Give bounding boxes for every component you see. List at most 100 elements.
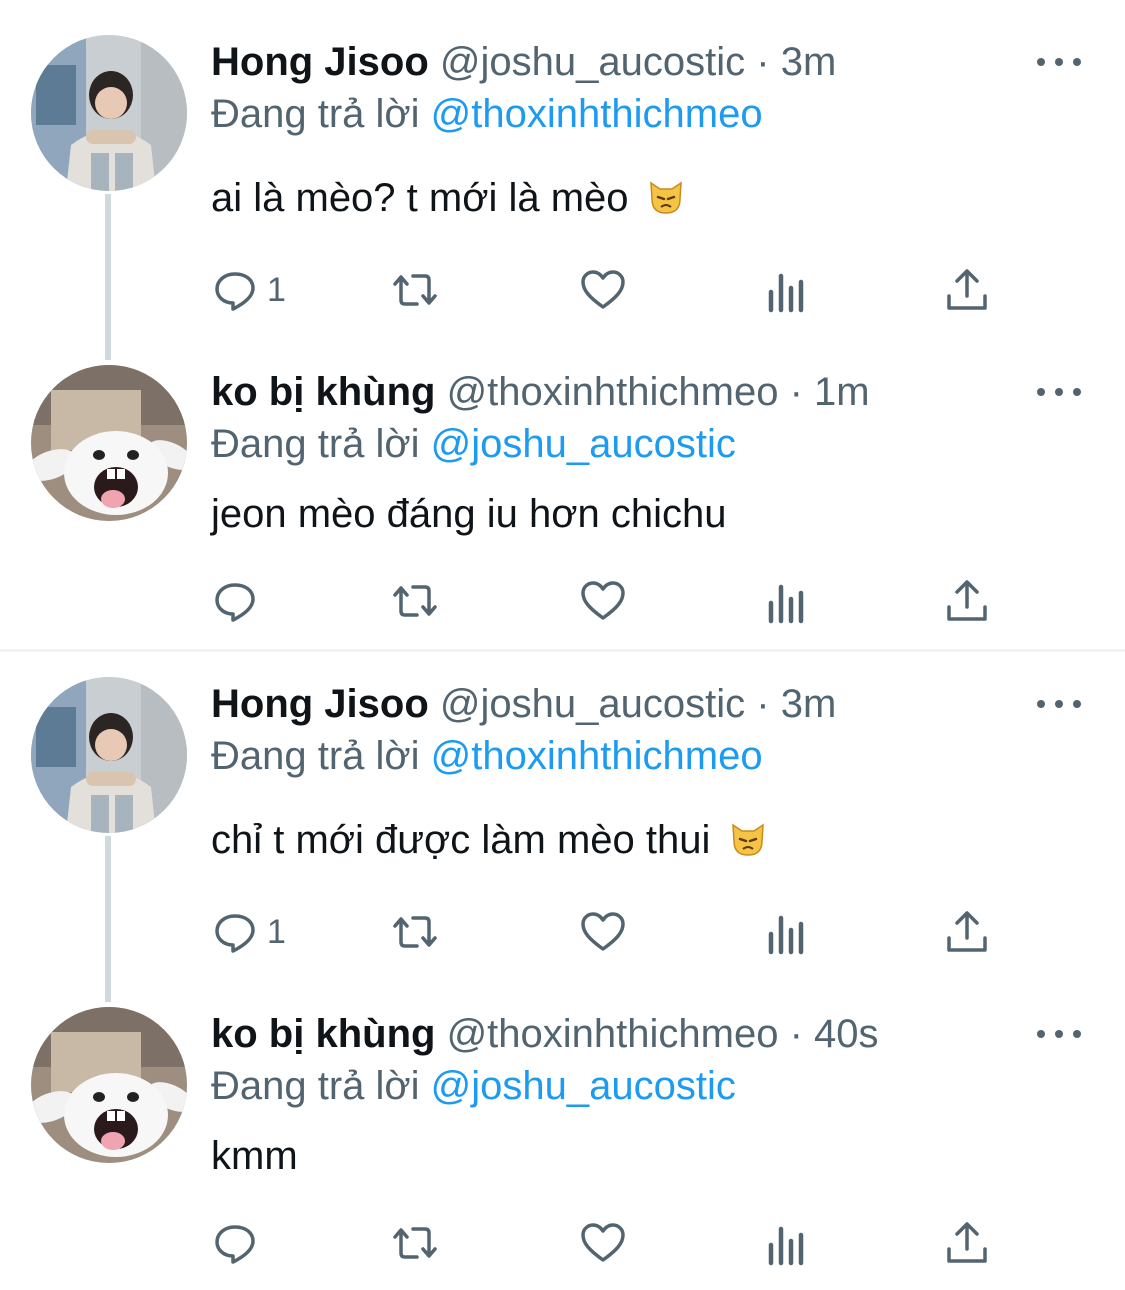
avatar[interactable]: [31, 35, 187, 191]
display-name[interactable]: Hong Jisoo: [211, 40, 429, 84]
timestamp[interactable]: 3m: [781, 682, 837, 726]
thread-connector: [105, 836, 111, 1002]
reply-button[interactable]: [211, 576, 267, 626]
action-bar: [211, 576, 1011, 626]
replying-to: Đang trả lời @joshu_aucostic: [211, 1061, 736, 1111]
replying-to-label: Đang trả lời: [211, 1064, 420, 1108]
timestamp[interactable]: 3m: [781, 40, 837, 84]
retweet-button[interactable]: [391, 907, 439, 957]
share-icon: [947, 269, 987, 310]
tweet-text-row: jeon mèo đáng iu hơn chichu: [211, 489, 726, 539]
tweet-text-row: ai là mèo? t mới là mèo: [211, 173, 686, 223]
thread-2: Hong Jisoo @joshu_aucostic · 3m Đang trả…: [0, 652, 1125, 1290]
replying-to-handle[interactable]: @thoxinhthichmeo: [431, 734, 763, 778]
views-icon: [768, 1226, 804, 1266]
user-handle[interactable]: @thoxinhthichmeo: [447, 1012, 779, 1056]
action-bar: [211, 1218, 1011, 1268]
more-icon[interactable]: [1037, 694, 1081, 714]
heart-icon: [581, 581, 625, 620]
tweet-header: ko bị khùng @thoxinhthichmeo · 40s: [211, 1009, 1095, 1059]
tweet-text: kmm: [211, 1134, 298, 1178]
retweet-button[interactable]: [391, 1218, 439, 1268]
pouting-cat-emoji: [731, 823, 764, 856]
replying-to-handle[interactable]: @joshu_aucostic: [431, 422, 736, 466]
more-icon[interactable]: [1037, 382, 1081, 402]
avatar[interactable]: [31, 677, 187, 833]
share-button[interactable]: [943, 576, 991, 626]
action-bar: 1: [211, 907, 1011, 957]
timestamp[interactable]: 1m: [814, 370, 870, 414]
tweet-text-row: kmm: [211, 1131, 298, 1181]
like-button[interactable]: [579, 265, 627, 315]
retweet-button[interactable]: [391, 576, 439, 626]
like-button[interactable]: [579, 576, 627, 626]
more-icon[interactable]: [1037, 1024, 1081, 1044]
display-name[interactable]: ko bị khùng: [211, 370, 435, 414]
reply-button[interactable]: [211, 1218, 267, 1268]
retweet-icon: [393, 916, 437, 948]
action-bar: 1: [211, 265, 1011, 315]
views-button[interactable]: [763, 907, 811, 957]
display-name[interactable]: ko bị khùng: [211, 1012, 435, 1056]
share-button[interactable]: [943, 1218, 991, 1268]
tweet-text: ai là mèo? t mới là mèo: [211, 176, 629, 220]
share-button[interactable]: [943, 907, 991, 957]
reply-button[interactable]: 1: [211, 907, 286, 957]
tweet-header: Hong Jisoo @joshu_aucostic · 3m: [211, 37, 1095, 87]
reply-icon: [215, 1225, 255, 1264]
reply-icon: [215, 914, 255, 953]
like-button[interactable]: [579, 907, 627, 957]
user-handle[interactable]: @joshu_aucostic: [440, 682, 745, 726]
tweet-text: chỉ t mới được làm mèo thui: [211, 818, 711, 862]
replying-to-label: Đang trả lời: [211, 92, 420, 136]
heart-icon: [581, 912, 625, 951]
tweet[interactable]: Hong Jisoo @joshu_aucostic · 3m Đang trả…: [0, 0, 1125, 360]
avatar[interactable]: [31, 1007, 187, 1163]
replying-to-handle[interactable]: @thoxinhthichmeo: [431, 92, 763, 136]
views-button[interactable]: [763, 576, 811, 626]
retweet-button[interactable]: [391, 265, 439, 315]
reply-count: 1: [267, 912, 286, 951]
pouting-cat-emoji: [649, 181, 682, 214]
replying-to-label: Đang trả lời: [211, 422, 420, 466]
separator-dot: ·: [789, 370, 803, 414]
share-icon: [947, 911, 987, 952]
share-button[interactable]: [943, 265, 991, 315]
replying-to-label: Đang trả lời: [211, 734, 420, 778]
avatar[interactable]: [31, 365, 187, 521]
replying-to-handle[interactable]: @joshu_aucostic: [431, 1064, 736, 1108]
tweet[interactable]: ko bị khùng @thoxinhthichmeo · 40s Đang …: [0, 982, 1125, 1290]
views-icon: [768, 915, 804, 955]
person-avatar-image: [31, 35, 187, 191]
user-handle[interactable]: @joshu_aucostic: [440, 40, 745, 84]
more-icon[interactable]: [1037, 52, 1081, 72]
tweet-text: jeon mèo đáng iu hơn chichu: [211, 492, 727, 536]
user-handle[interactable]: @thoxinhthichmeo: [447, 370, 779, 414]
tweet[interactable]: Hong Jisoo @joshu_aucostic · 3m Đang trả…: [0, 652, 1125, 1002]
reply-count: 1: [267, 270, 286, 309]
retweet-icon: [393, 585, 437, 617]
views-button[interactable]: [763, 265, 811, 315]
separator-dot: ·: [756, 40, 770, 84]
views-icon: [768, 273, 804, 313]
white-bunny-avatar-image: [31, 1007, 187, 1163]
reply-button[interactable]: 1: [211, 265, 286, 315]
replying-to: Đang trả lời @thoxinhthichmeo: [211, 89, 763, 139]
like-button[interactable]: [579, 1218, 627, 1268]
tweet-header: ko bị khùng @thoxinhthichmeo · 1m: [211, 367, 1095, 417]
share-icon: [947, 1222, 987, 1263]
heart-icon: [581, 1223, 625, 1262]
tweet[interactable]: ko bị khùng @thoxinhthichmeo · 1m Đang t…: [0, 330, 1125, 650]
retweet-icon: [393, 1227, 437, 1259]
display-name[interactable]: Hong Jisoo: [211, 682, 429, 726]
replying-to: Đang trả lời @joshu_aucostic: [211, 419, 736, 469]
timestamp[interactable]: 40s: [814, 1012, 879, 1056]
replying-to: Đang trả lời @thoxinhthichmeo: [211, 731, 763, 781]
separator-dot: ·: [756, 682, 770, 726]
tweet-header: Hong Jisoo @joshu_aucostic · 3m: [211, 679, 1095, 729]
reply-icon: [215, 272, 255, 311]
white-bunny-avatar-image: [31, 365, 187, 521]
views-button[interactable]: [763, 1218, 811, 1268]
person-avatar-image: [31, 677, 187, 833]
thread-1: Hong Jisoo @joshu_aucostic · 3m Đang trả…: [0, 0, 1125, 650]
